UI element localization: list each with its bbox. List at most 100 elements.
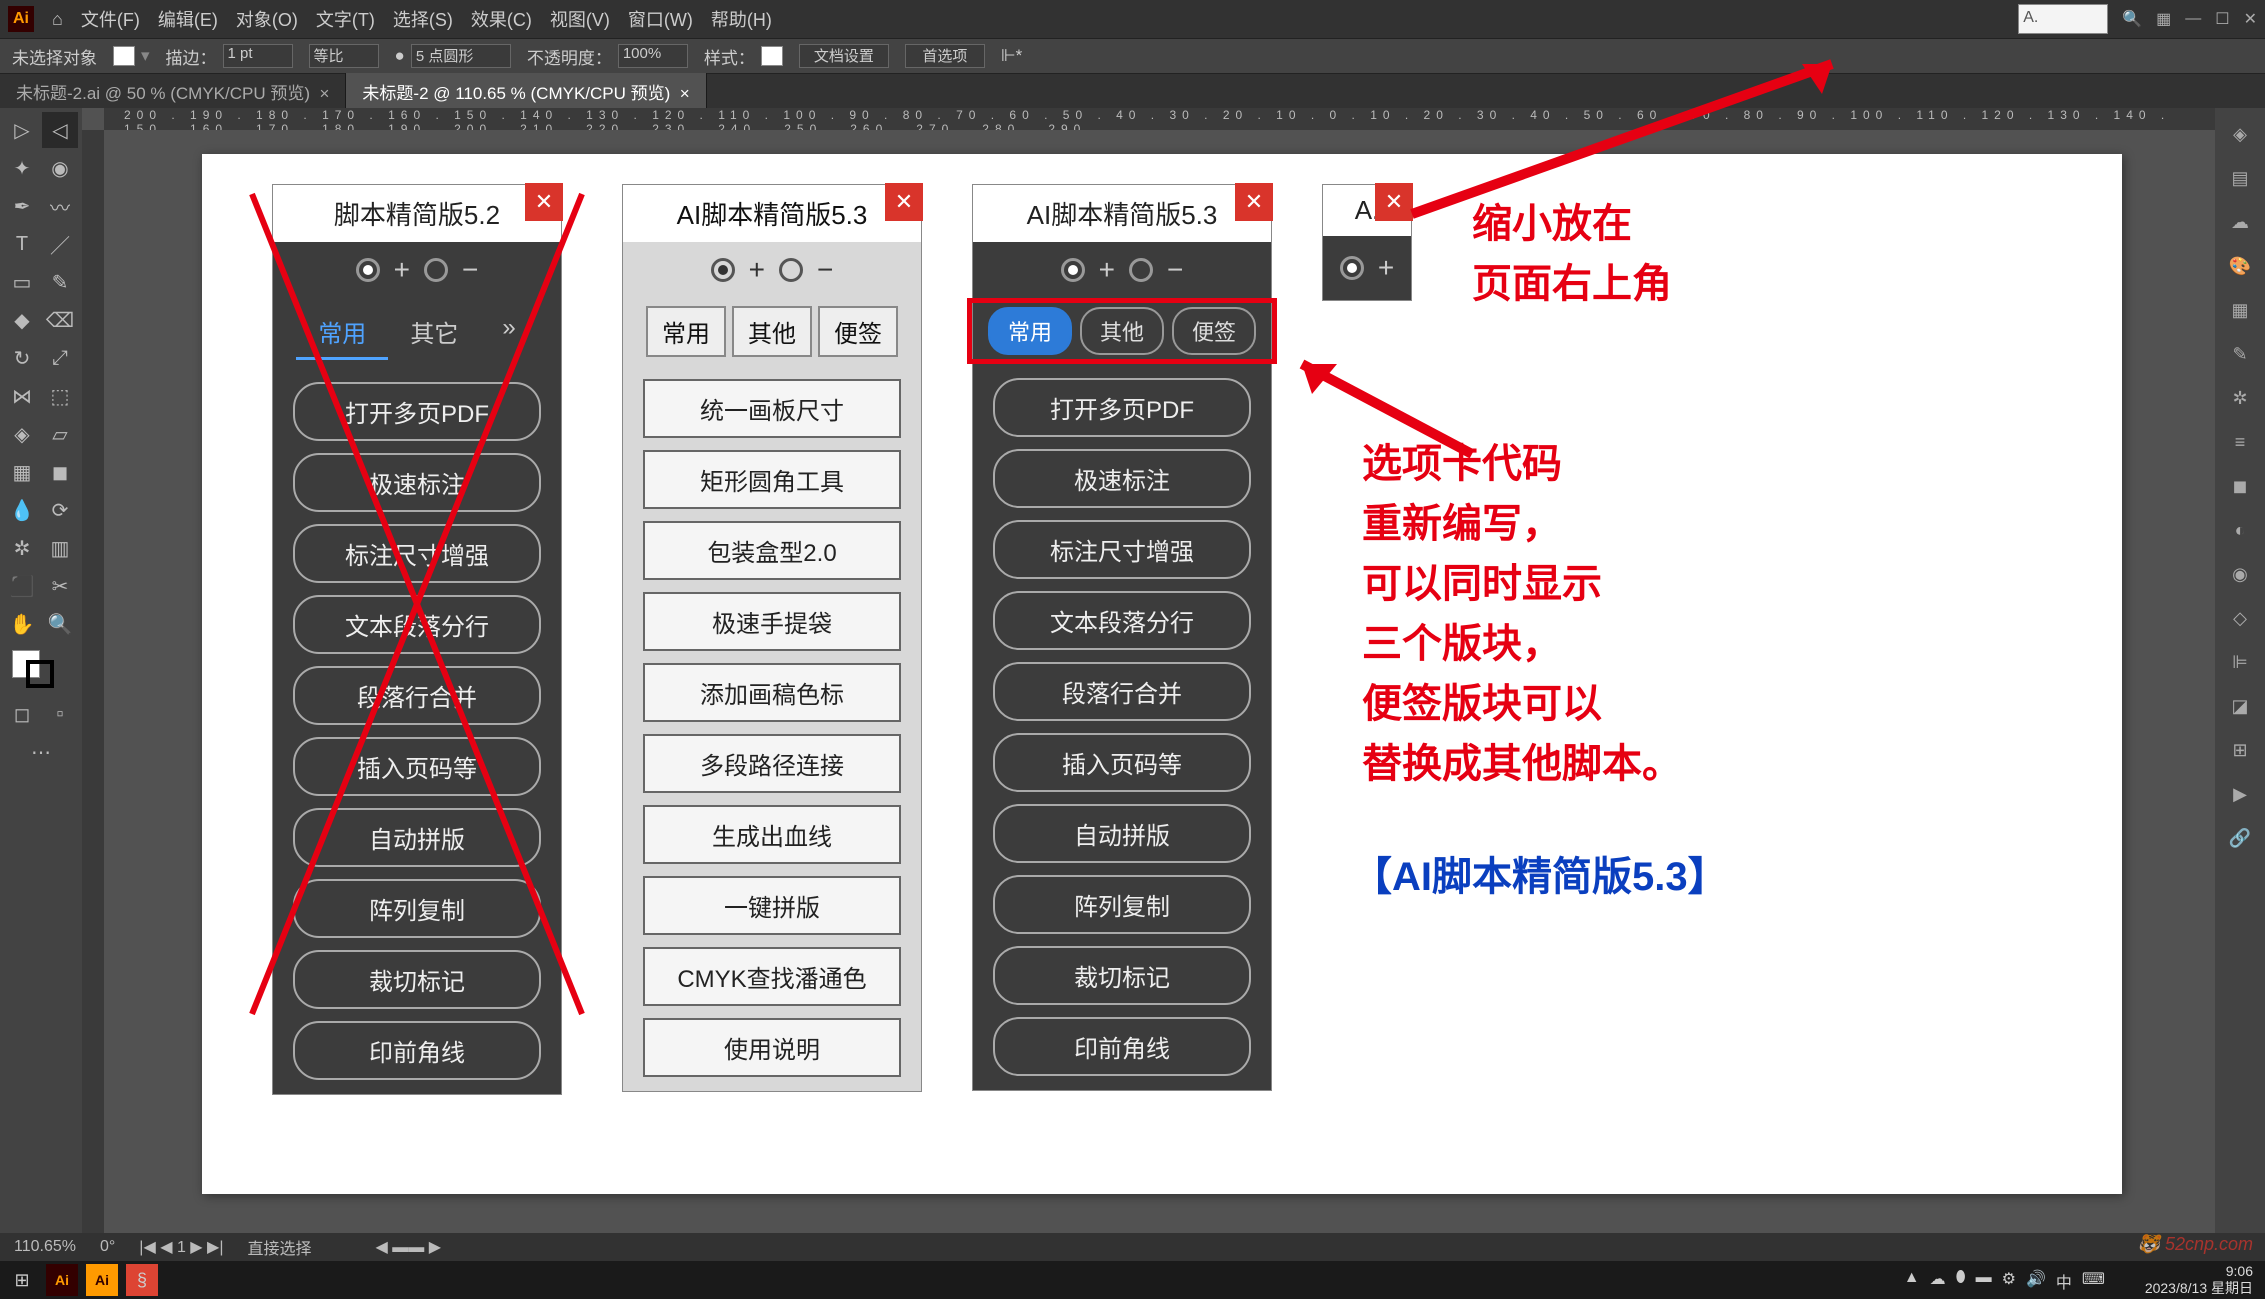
width-tool-icon[interactable]: ⋈	[4, 378, 40, 414]
minus-icon[interactable]: −	[817, 254, 833, 286]
panel52-btn-3[interactable]: 文本段落分行	[293, 595, 541, 654]
panel53d-btn-0[interactable]: 打开多页PDF	[993, 378, 1251, 437]
panel53d-tab-other[interactable]: 其他	[1080, 307, 1164, 355]
artboard-nav[interactable]: |◀ ◀ 1 ▶ ▶|	[139, 1237, 223, 1257]
edit-toolbar-icon[interactable]: ⋯	[4, 734, 78, 770]
panel52-btn-6[interactable]: 自动拼版	[293, 808, 541, 867]
radio-on-icon[interactable]	[1061, 258, 1085, 282]
panel53l-tab-other[interactable]: 其他	[732, 306, 812, 357]
stroke-weight[interactable]: 1 pt	[223, 44, 293, 68]
panel53l-btn-4[interactable]: 添加画稿色标	[643, 663, 901, 722]
panel52-btn-7[interactable]: 阵列复制	[293, 879, 541, 938]
links-icon[interactable]: 🔗	[2222, 820, 2258, 856]
panel53l-btn-0[interactable]: 统一画板尺寸	[643, 379, 901, 438]
panel53d-btn-4[interactable]: 段落行合并	[993, 662, 1251, 721]
prefs-button[interactable]: 首选项	[905, 44, 985, 68]
graphic-styles-icon[interactable]: ◇	[2222, 600, 2258, 636]
panel53d-tab-notes[interactable]: 便签	[1172, 307, 1256, 355]
rect-tool-icon[interactable]: ▭	[4, 264, 40, 300]
ime-icon[interactable]: 中	[2056, 1269, 2072, 1293]
panel53d-btn-1[interactable]: 极速标注	[993, 449, 1251, 508]
scrollbar-h[interactable]: ◀ ▬▬ ▶	[376, 1237, 442, 1257]
artboard-tool-icon[interactable]: ⬛	[4, 568, 40, 604]
transform-icon[interactable]: ⊞	[2222, 732, 2258, 768]
slice-tool-icon[interactable]: ✂	[42, 568, 78, 604]
minus-icon[interactable]: −	[1167, 254, 1183, 286]
plus-icon[interactable]: +	[394, 254, 410, 286]
appearance-icon[interactable]: ◉	[2222, 556, 2258, 592]
panel52-close-button[interactable]: ✕	[525, 183, 563, 221]
radio-off-icon[interactable]	[779, 258, 803, 282]
tray-icon[interactable]: ☁	[1930, 1269, 1946, 1293]
panel53l-close-button[interactable]: ✕	[885, 183, 923, 221]
panel52-btn-1[interactable]: 极速标注	[293, 453, 541, 512]
fill-swatch[interactable]	[113, 46, 135, 66]
close-icon[interactable]: ✕	[2244, 9, 2257, 29]
brushes-icon[interactable]: ✎	[2222, 336, 2258, 372]
tray-icon[interactable]: ⚙	[2002, 1269, 2016, 1293]
panel53l-tab-common[interactable]: 常用	[646, 306, 726, 357]
color-icon[interactable]: 🎨	[2222, 248, 2258, 284]
tray-icon[interactable]: ▲	[1904, 1269, 1920, 1293]
taskbar-ai-icon[interactable]: Ai	[46, 1264, 78, 1296]
gradient-panel-icon[interactable]: ◼	[2222, 468, 2258, 504]
align-panel-icon[interactable]: ⊫	[2222, 644, 2258, 680]
eraser-tool-icon[interactable]: ⌫	[42, 302, 78, 338]
zoom-tool-icon[interactable]: 🔍	[42, 606, 78, 642]
graph-tool-icon[interactable]: ▥	[42, 530, 78, 566]
fill-stroke-icon[interactable]	[4, 644, 78, 694]
canvas[interactable]: 200 . 190 . 180 . 170 . 160 . 150 . 140 …	[82, 108, 2215, 1233]
minus-icon[interactable]: −	[462, 254, 478, 286]
menu-object[interactable]: 对象(O)	[236, 6, 298, 32]
scale-tool-icon[interactable]: ⤢	[42, 340, 78, 376]
panel52-btn-4[interactable]: 段落行合并	[293, 666, 541, 725]
arrange-icon[interactable]: ▦	[2156, 9, 2171, 29]
panel53d-tab-common[interactable]: 常用	[988, 307, 1072, 355]
plus-icon[interactable]: +	[1378, 252, 1394, 284]
menu-window[interactable]: 窗口(W)	[628, 6, 693, 32]
panel53d-btn-3[interactable]: 文本段落分行	[993, 591, 1251, 650]
search-icon[interactable]: 🔍	[2122, 9, 2142, 29]
panel52-btn-0[interactable]: 打开多页PDF	[293, 382, 541, 441]
start-icon[interactable]: ⊞	[6, 1264, 38, 1296]
panel53l-btn-5[interactable]: 多段路径连接	[643, 734, 901, 793]
direct-select-tool-icon[interactable]: ◁	[42, 112, 78, 148]
panel52-tab-more[interactable]: »	[480, 306, 537, 360]
zoom-display[interactable]: 110.65%	[14, 1238, 76, 1256]
radio-off-icon[interactable]	[424, 258, 448, 282]
brush-tool-icon[interactable]: ✎	[42, 264, 78, 300]
curve-tool-icon[interactable]: 〰	[42, 188, 78, 224]
swatches-icon[interactable]: ▦	[2222, 292, 2258, 328]
panel52-btn-9[interactable]: 印前角线	[293, 1021, 541, 1080]
panel53l-btn-6[interactable]: 生成出血线	[643, 805, 901, 864]
blend-tool-icon[interactable]: ⟳	[42, 492, 78, 528]
lasso-tool-icon[interactable]: ◉	[42, 150, 78, 186]
transparency-icon[interactable]: ◐	[2222, 512, 2258, 548]
symbol-tool-icon[interactable]: ✲	[4, 530, 40, 566]
plus-icon[interactable]: +	[1099, 254, 1115, 286]
panel53l-tab-notes[interactable]: 便签	[818, 306, 898, 357]
rotate-display[interactable]: 0°	[100, 1238, 115, 1256]
radio-on-icon[interactable]	[1340, 256, 1364, 280]
screenmode-icon[interactable]: ▫	[42, 696, 78, 732]
actions-icon[interactable]: ▶	[2222, 776, 2258, 812]
menu-help[interactable]: 帮助(H)	[711, 6, 772, 32]
radio-on-icon[interactable]	[711, 258, 735, 282]
panel53d-btn-2[interactable]: 标注尺寸增强	[993, 520, 1251, 579]
properties-icon[interactable]: ◈	[2222, 116, 2258, 152]
panel53d-btn-9[interactable]: 印前角线	[993, 1017, 1251, 1076]
panel53l-btn-7[interactable]: 一键拼版	[643, 876, 901, 935]
panel53l-btn-2[interactable]: 包装盒型2.0	[643, 521, 901, 580]
tray-icon[interactable]: ▬	[1976, 1269, 1992, 1293]
menu-effect[interactable]: 效果(C)	[471, 6, 532, 32]
panel52-tab-other[interactable]: 其它	[388, 306, 480, 360]
shaper-tool-icon[interactable]: ◆	[4, 302, 40, 338]
eyedrop-tool-icon[interactable]: 💧	[4, 492, 40, 528]
panel53l-btn-3[interactable]: 极速手提袋	[643, 592, 901, 651]
gradient-tool-icon[interactable]: ◼	[42, 454, 78, 490]
taskbar-app-icon[interactable]: §	[126, 1264, 158, 1296]
panel52-btn-5[interactable]: 插入页码等	[293, 737, 541, 796]
align-icon[interactable]: ⊩*	[1001, 46, 1022, 66]
panel52-btn-2[interactable]: 标注尺寸增强	[293, 524, 541, 583]
panel53d-btn-8[interactable]: 裁切标记	[993, 946, 1251, 1005]
